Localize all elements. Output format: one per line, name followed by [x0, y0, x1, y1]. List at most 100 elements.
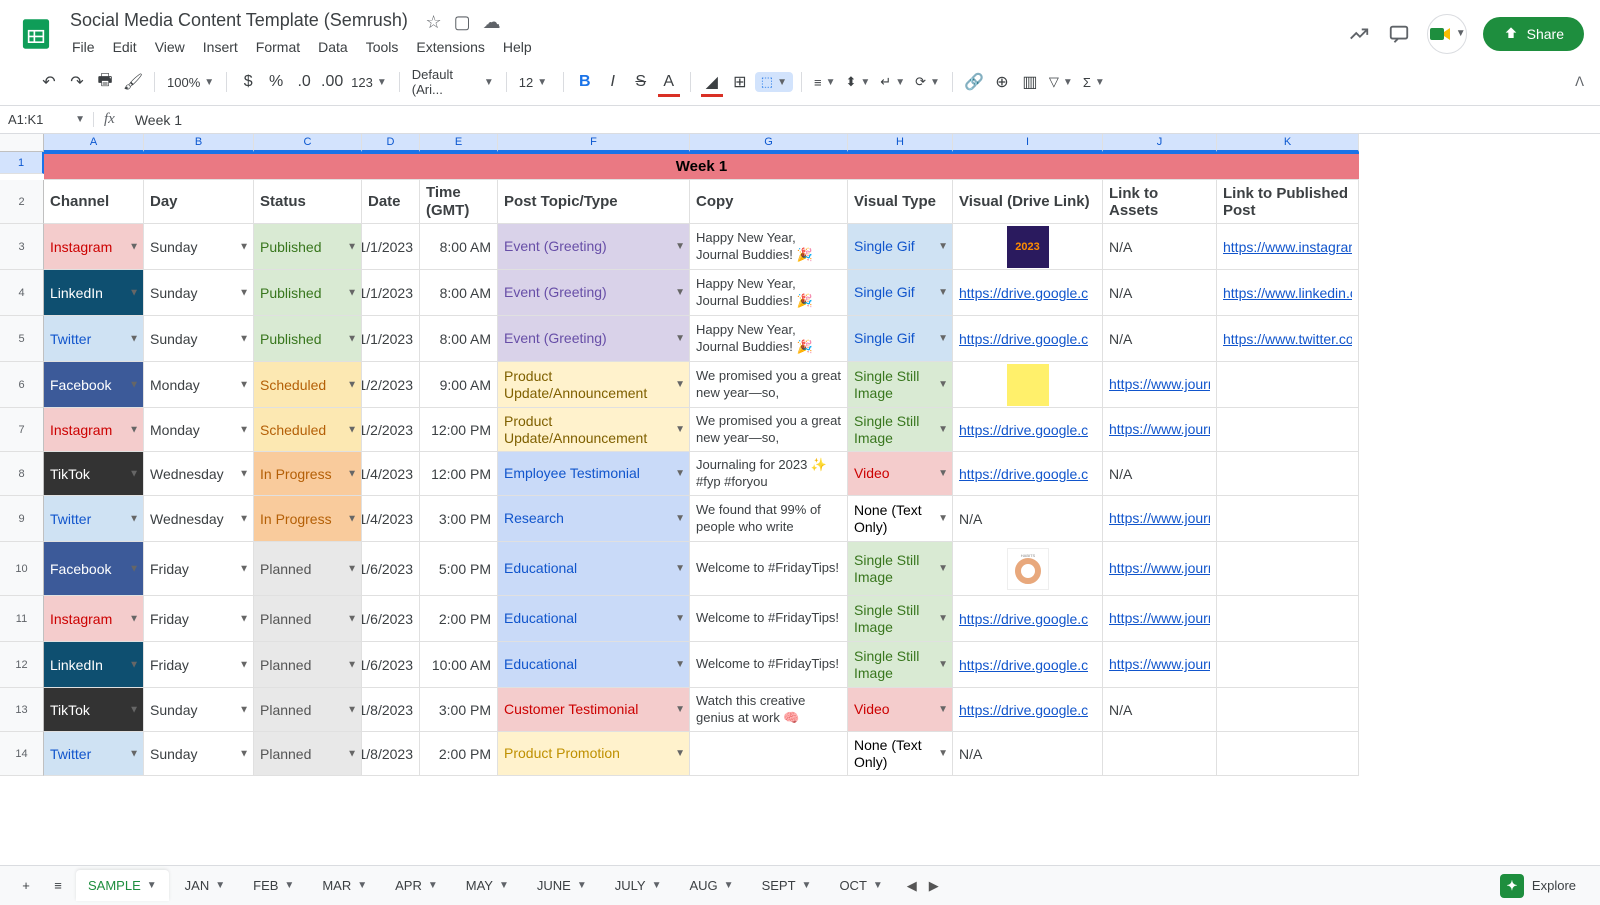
- sheet-tab-jan[interactable]: JAN ▼: [173, 870, 237, 901]
- filter-dropdown[interactable]: ▽▼: [1045, 74, 1077, 90]
- cell-topic[interactable]: Customer Testimonial▼: [498, 688, 690, 732]
- cell-time[interactable]: 8:00 AM: [420, 316, 498, 362]
- borders-button[interactable]: ⊞: [727, 69, 753, 95]
- menu-edit[interactable]: Edit: [105, 35, 145, 59]
- chart-button[interactable]: ▥: [1017, 69, 1043, 95]
- all-sheets-button[interactable]: ≡: [44, 872, 72, 900]
- cell-status[interactable]: Scheduled▼: [254, 362, 362, 408]
- cell-day[interactable]: Monday▼: [144, 408, 254, 452]
- share-button[interactable]: Share: [1483, 17, 1584, 51]
- row-header-3[interactable]: 3: [0, 224, 44, 270]
- cell-assets[interactable]: N/A: [1103, 224, 1217, 270]
- cell-copy[interactable]: Happy New Year, Journal Buddies! 🎉: [690, 270, 848, 316]
- row-header-13[interactable]: 13: [0, 688, 44, 732]
- cell-status[interactable]: Published▼: [254, 270, 362, 316]
- cell-visual[interactable]: 2023: [953, 224, 1103, 270]
- cell-assets[interactable]: N/A: [1103, 316, 1217, 362]
- explore-button[interactable]: ✦ Explore: [1488, 868, 1588, 904]
- cell-visual-type[interactable]: Single Gif▼: [848, 316, 953, 362]
- meet-button[interactable]: ▼: [1427, 14, 1467, 54]
- cell-published[interactable]: [1217, 496, 1359, 542]
- cell-time[interactable]: 2:00 PM: [420, 732, 498, 776]
- sheet-tab-mar[interactable]: MAR ▼: [310, 870, 379, 901]
- cell-status[interactable]: Published▼: [254, 316, 362, 362]
- doc-title[interactable]: Social Media Content Template (Semrush): [64, 8, 414, 33]
- cell-date[interactable]: 1/1/2023: [362, 270, 420, 316]
- cell-channel[interactable]: Facebook▼: [44, 362, 144, 408]
- cell-copy[interactable]: We promised you a great new year—so,: [690, 408, 848, 452]
- cell-topic[interactable]: Research▼: [498, 496, 690, 542]
- col-header-G[interactable]: G: [690, 134, 848, 152]
- cell-visual-type[interactable]: Video▼: [848, 688, 953, 732]
- cell-copy[interactable]: Welcome to #FridayTips!: [690, 642, 848, 688]
- cell-copy[interactable]: Happy New Year, Journal Buddies! 🎉: [690, 316, 848, 362]
- cell-status[interactable]: In Progress▼: [254, 452, 362, 496]
- menu-insert[interactable]: Insert: [195, 35, 246, 59]
- cell-assets[interactable]: https://www.journalingwithfrien: [1103, 596, 1217, 642]
- cell-time[interactable]: 9:00 AM: [420, 362, 498, 408]
- col-header-J[interactable]: J: [1103, 134, 1217, 152]
- cell-channel[interactable]: Instagram▼: [44, 224, 144, 270]
- cell-visual[interactable]: HABITS: [953, 542, 1103, 596]
- cell-date[interactable]: 1/4/2023: [362, 496, 420, 542]
- tab-scroll-left[interactable]: ◀: [907, 878, 917, 894]
- cell-day[interactable]: Wednesday▼: [144, 496, 254, 542]
- cell-date[interactable]: 1/6/2023: [362, 642, 420, 688]
- cell-channel[interactable]: Twitter▼: [44, 496, 144, 542]
- cell-visual-type[interactable]: Single Gif▼: [848, 224, 953, 270]
- comments-icon[interactable]: [1387, 22, 1411, 46]
- cell-date[interactable]: 1/1/2023: [362, 224, 420, 270]
- cell-topic[interactable]: Product Promotion▼: [498, 732, 690, 776]
- cell-channel[interactable]: Instagram▼: [44, 596, 144, 642]
- currency-button[interactable]: $: [235, 69, 261, 95]
- cell-time[interactable]: 5:00 PM: [420, 542, 498, 596]
- comment-button[interactable]: ⊕: [989, 69, 1015, 95]
- cell-topic[interactable]: Event (Greeting)▼: [498, 224, 690, 270]
- cell-date[interactable]: 1/8/2023: [362, 688, 420, 732]
- strike-button[interactable]: S: [628, 69, 654, 95]
- menu-tools[interactable]: Tools: [358, 35, 407, 59]
- cell-published[interactable]: [1217, 362, 1359, 408]
- history-icon[interactable]: [1347, 22, 1371, 46]
- cell-channel[interactable]: TikTok▼: [44, 688, 144, 732]
- move-icon[interactable]: ▢: [454, 12, 471, 33]
- cell-visual-type[interactable]: Video▼: [848, 452, 953, 496]
- col-header-I[interactable]: I: [953, 134, 1103, 152]
- row-header-12[interactable]: 12: [0, 642, 44, 688]
- cell-assets[interactable]: https://www.journalingwithfrien: [1103, 408, 1217, 452]
- cell-date[interactable]: 1/4/2023: [362, 452, 420, 496]
- bold-button[interactable]: B: [572, 69, 598, 95]
- cell-published[interactable]: [1217, 542, 1359, 596]
- select-all-corner[interactable]: [0, 134, 44, 152]
- cell-status[interactable]: In Progress▼: [254, 496, 362, 542]
- menu-help[interactable]: Help: [495, 35, 540, 59]
- row-header-6[interactable]: 6: [0, 362, 44, 408]
- name-box[interactable]: A1:K1▼: [0, 112, 94, 127]
- cell-assets[interactable]: [1103, 732, 1217, 776]
- row-header-5[interactable]: 5: [0, 316, 44, 362]
- cell-visual-type[interactable]: Single Still Image▼: [848, 408, 953, 452]
- cell-assets[interactable]: https://www.journalingwithfrien: [1103, 362, 1217, 408]
- functions-dropdown[interactable]: Σ▼: [1079, 75, 1109, 90]
- menu-view[interactable]: View: [147, 35, 193, 59]
- cell-status[interactable]: Planned▼: [254, 596, 362, 642]
- cell-published[interactable]: [1217, 596, 1359, 642]
- cell-topic[interactable]: Product Update/Announcement▼: [498, 362, 690, 408]
- cell-visual-type[interactable]: None (Text Only)▼: [848, 496, 953, 542]
- row-header-14[interactable]: 14: [0, 732, 44, 776]
- collapse-toolbar-button[interactable]: ᐱ: [1575, 74, 1584, 90]
- cell-visual[interactable]: N/A: [953, 496, 1103, 542]
- paint-format-button[interactable]: 🖌: [120, 69, 146, 95]
- row-header-8[interactable]: 8: [0, 452, 44, 496]
- menu-format[interactable]: Format: [248, 35, 308, 59]
- row-header-11[interactable]: 11: [0, 596, 44, 642]
- cell-date[interactable]: 1/2/2023: [362, 408, 420, 452]
- sheet-tab-july[interactable]: JULY ▼: [603, 870, 674, 901]
- col-header-A[interactable]: A: [44, 134, 144, 152]
- col-header-F[interactable]: F: [498, 134, 690, 152]
- cell-status[interactable]: Scheduled▼: [254, 408, 362, 452]
- sheet-tab-aug[interactable]: AUG ▼: [677, 870, 745, 901]
- cell-day[interactable]: Friday▼: [144, 596, 254, 642]
- cell-status[interactable]: Planned▼: [254, 542, 362, 596]
- rotate-dropdown[interactable]: ⟳▼: [911, 74, 944, 90]
